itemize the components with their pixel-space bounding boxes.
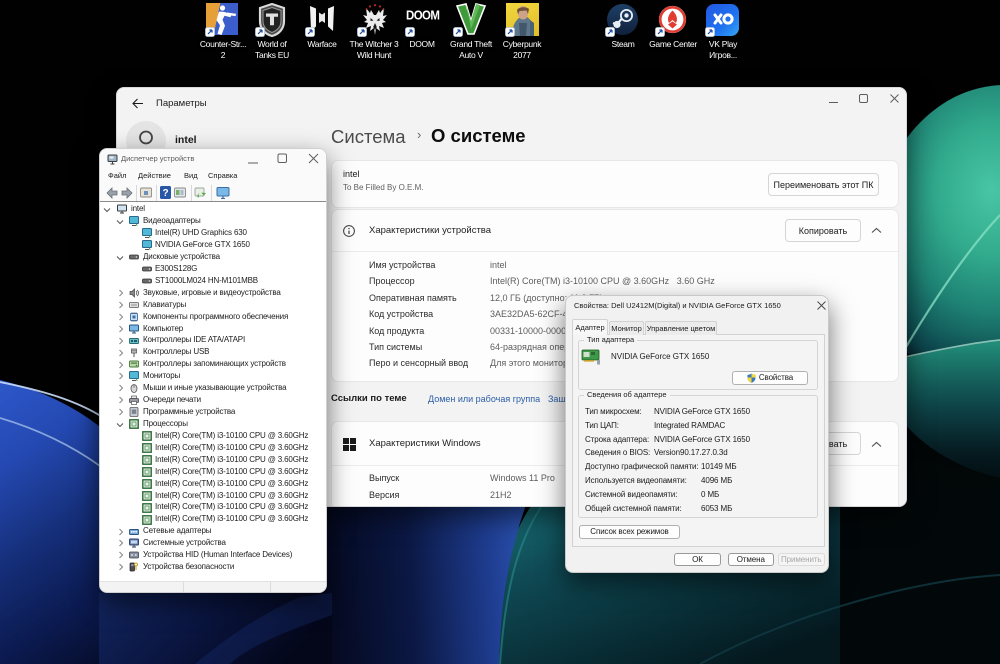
svg-text:?: ? — [162, 188, 168, 199]
